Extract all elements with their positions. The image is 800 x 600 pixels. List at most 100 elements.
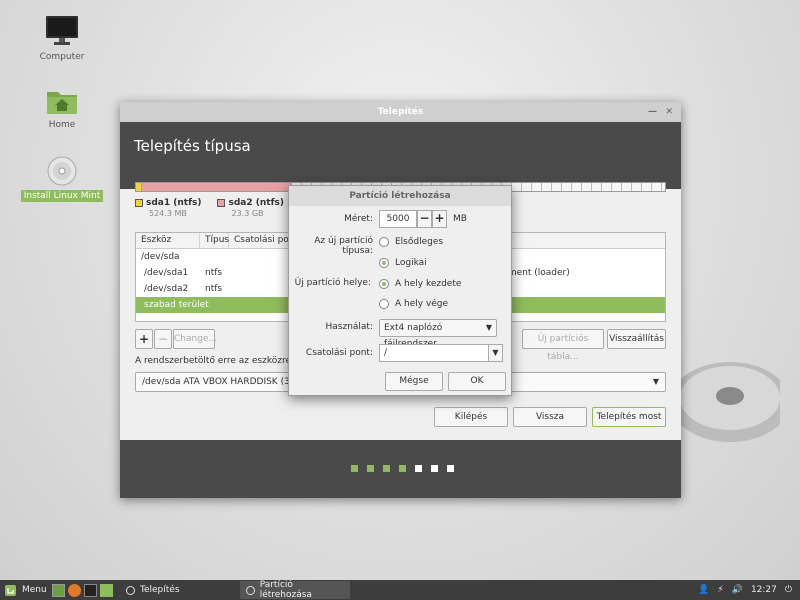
legend-swatch: [217, 199, 226, 207]
legend-name: sda1 (ntfs): [146, 198, 202, 208]
increment-button[interactable]: +: [432, 210, 447, 228]
progress-dot-pending: [447, 465, 454, 472]
radio-selected-icon: [379, 258, 389, 268]
firefox-icon[interactable]: [68, 583, 81, 597]
user-icon[interactable]: 👤: [698, 585, 709, 595]
size-input[interactable]: 5000: [379, 210, 417, 228]
radio-selected-icon: [379, 279, 389, 289]
desktop-icon-label: Install Linux Mint: [20, 190, 104, 202]
bootloader-label: A rendszerbetöltő erre az eszközre ker: [135, 356, 308, 366]
column-header-type[interactable]: Típus: [200, 233, 229, 248]
chevron-down-icon: ▼: [652, 377, 659, 386]
desktop-icon-home[interactable]: Home: [20, 86, 104, 131]
use-as-label: Használat:: [325, 322, 374, 332]
menu-label: Menu: [22, 585, 47, 595]
legend-size: 524.3 MB: [149, 208, 187, 218]
task-particio-letrehozasa[interactable]: Partíció létrehozása: [240, 580, 350, 600]
menu-button[interactable]: Menu: [0, 584, 50, 597]
page-header: Telepítés típusa: [120, 122, 681, 189]
chevron-down-icon[interactable]: ▼: [488, 345, 502, 361]
volume-icon[interactable]: 🔊: [732, 585, 743, 595]
cancel-button[interactable]: Mégse: [385, 372, 443, 391]
desktop-icon-install-linux-mint[interactable]: Install Linux Mint: [20, 155, 104, 202]
mount-point-label: Csatolási pont:: [305, 348, 373, 358]
legend-size: 23.3 GB: [231, 208, 264, 218]
desktop-icon-label: Home: [48, 120, 76, 130]
row-device: /dev/sda2: [144, 284, 189, 294]
revert-button[interactable]: Visszaállítás: [607, 329, 666, 349]
progress-dot-pending: [415, 465, 422, 472]
legend-item: sda2 (ntfs) 23.3 GB: [217, 198, 284, 218]
mint-logo-icon: [5, 584, 16, 596]
progress-dot-pending: [431, 465, 438, 472]
row-type: ntfs: [205, 268, 223, 278]
legend-name: sda2 (ntfs): [228, 198, 284, 208]
radio-label: A hely kezdete: [395, 279, 462, 289]
progress-strip: [120, 440, 681, 498]
partition-bar-sda2: [142, 183, 292, 191]
radio-location-end[interactable]: A hely vége: [379, 299, 448, 309]
radio-label: Logikai: [395, 258, 427, 268]
ok-button[interactable]: OK: [448, 372, 506, 391]
clock[interactable]: 12:27: [751, 585, 777, 595]
desktop-icon-label: Computer: [39, 52, 85, 62]
system-tray: 👤 ⚡ 🔊 12:27 ⏻: [690, 580, 792, 600]
back-button[interactable]: Vissza: [513, 407, 587, 427]
radio-primary[interactable]: Elsődleges: [379, 237, 443, 247]
mount-point-combo[interactable]: / ▼: [379, 344, 503, 362]
task-label: Partíció létrehozása: [259, 580, 312, 600]
legend-swatch: [135, 199, 143, 207]
home-folder-icon: [47, 92, 77, 114]
disc-icon: [47, 156, 77, 186]
window-titlebar[interactable]: Telepítés — ✕: [120, 102, 681, 122]
dialog-task-icon: [246, 585, 255, 595]
task-label: Telepítés: [140, 585, 180, 595]
add-partition-button[interactable]: +: [135, 329, 153, 349]
quit-button[interactable]: Kilépés: [434, 407, 508, 427]
window-title: Telepítés: [377, 107, 424, 117]
size-label: Méret:: [344, 214, 373, 224]
radio-icon: [379, 237, 389, 247]
mount-point-value[interactable]: /: [384, 348, 387, 358]
network-icon[interactable]: ⚡: [717, 585, 723, 595]
row-device: szabad terület: [144, 300, 209, 310]
radio-location-start[interactable]: A hely kezdete: [379, 279, 461, 289]
radio-logical[interactable]: Logikai: [379, 258, 427, 268]
task-telepites[interactable]: Telepítés: [120, 581, 230, 599]
minimize-icon[interactable]: —: [648, 102, 657, 122]
change-partition-button[interactable]: Change...: [173, 329, 217, 349]
new-partition-table-button[interactable]: Új partíciós tábla...: [522, 329, 604, 362]
progress-dot-done: [367, 465, 374, 472]
desktop-icon-computer[interactable]: Computer: [20, 14, 104, 63]
page-title: Telepítés típusa: [134, 137, 251, 155]
terminal-icon[interactable]: [84, 583, 97, 597]
installer-task-icon: [126, 585, 135, 595]
radio-label: Elsődleges: [395, 237, 444, 247]
row-type: ntfs: [205, 284, 223, 294]
progress-dot-done: [399, 465, 406, 472]
bootloader-device-value: /dev/sda ATA VBOX HARDDISK (34.4: [142, 377, 305, 387]
chevron-down-icon: ▼: [485, 323, 492, 332]
location-label: Új partíció helye:: [294, 278, 371, 288]
row-device: /dev/sda: [141, 252, 180, 262]
filesystem-select[interactable]: Ext4 naplózó fájlrendszer ▼: [379, 319, 497, 349]
row-device: /dev/sda1: [144, 268, 189, 278]
size-unit: MB: [453, 214, 467, 224]
close-icon[interactable]: ✕: [665, 102, 673, 122]
decrement-button[interactable]: −: [417, 210, 432, 228]
monitor-icon: [46, 16, 78, 45]
install-now-button[interactable]: Telepítés most: [592, 407, 666, 427]
progress-dot-done: [351, 465, 358, 472]
column-header-device[interactable]: Eszköz: [136, 233, 200, 248]
files-icon[interactable]: [100, 583, 113, 597]
create-partition-dialog: Partíció létrehozása Méret: 5000 − + MB …: [288, 185, 512, 396]
partition-type-label: Az új partíció típusa:: [314, 236, 373, 256]
radio-icon: [379, 299, 389, 309]
size-stepper[interactable]: 5000 − +: [379, 210, 447, 228]
quick-launch: [52, 583, 116, 597]
show-desktop-icon[interactable]: [52, 583, 65, 597]
legend-item: sda1 (ntfs) 524.3 MB: [135, 198, 201, 218]
dialog-title[interactable]: Partíció létrehozása: [289, 186, 511, 206]
remove-partition-button[interactable]: −: [154, 329, 172, 349]
power-icon[interactable]: ⏻: [785, 585, 792, 595]
